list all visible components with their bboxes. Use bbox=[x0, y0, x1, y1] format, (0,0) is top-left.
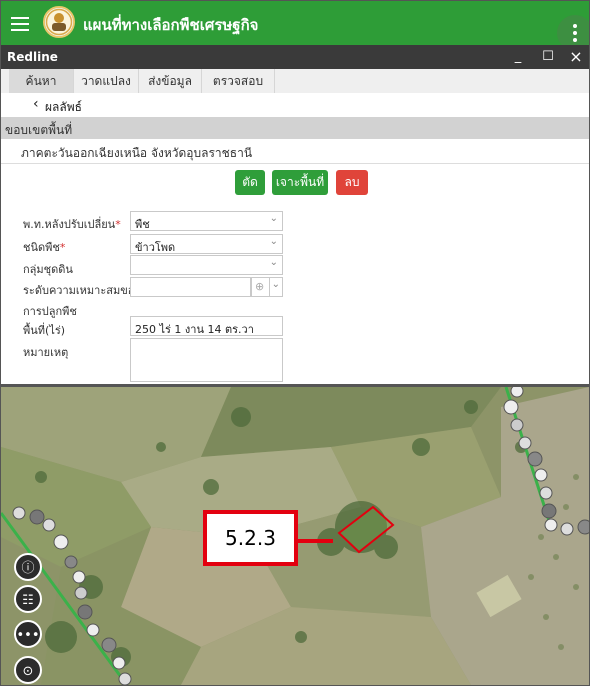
delete-button[interactable]: ลบ bbox=[336, 170, 368, 195]
back-label: ผลลัพธ์ bbox=[45, 100, 82, 114]
suitability-input[interactable] bbox=[130, 277, 251, 297]
note-textarea[interactable] bbox=[130, 338, 283, 382]
suitability-label: ระดับความเหมาะสมของ การปลูกพืช bbox=[23, 284, 140, 318]
app-title: แผนที่ทางเลือกพืชเศรษฐกิจ bbox=[83, 16, 259, 34]
crop-type-select[interactable]: ข้าวโพด ⌄ bbox=[130, 234, 283, 254]
panel-titlebar: Redline _ ☐ × bbox=[1, 45, 589, 69]
section-header: ขอบเขตพื้นที่ bbox=[1, 117, 589, 139]
tab-bar: ค้นหา วาดแปลง ส่งข้อมูล ตรวจสอบพื้นที่ bbox=[1, 69, 589, 112]
more-icon[interactable]: ••• bbox=[14, 620, 42, 648]
crop-type-label: ชนิดพืช* bbox=[23, 241, 66, 254]
crop-type-value: ข้าวโพด bbox=[135, 241, 176, 254]
crop-after-label: พ.ท.หลังปรับเปลี่ยน* bbox=[23, 218, 121, 231]
area-label: พื้นที่(ไร่) bbox=[23, 324, 66, 337]
section-title: ขอบเขตพื้นที่ bbox=[5, 123, 73, 137]
region-text: ภาคตะวันออกเฉียงเหนือ จังหวัดอุบลราชธานี bbox=[21, 146, 253, 160]
tab-search[interactable]: ค้นหา bbox=[9, 69, 74, 93]
soil-group-select[interactable]: ⌄ bbox=[130, 255, 283, 275]
close-button[interactable]: × bbox=[567, 48, 585, 66]
soil-group-label: กลุ่มชุดดิน bbox=[23, 263, 73, 276]
minimize-button[interactable]: _ bbox=[509, 48, 527, 66]
chevron-down-icon: ⌄ bbox=[271, 279, 280, 290]
chevron-down-icon: ⌄ bbox=[269, 257, 278, 268]
tab-draw-plot[interactable]: วาดแปลง bbox=[74, 69, 139, 93]
annotation-leader-line bbox=[298, 539, 333, 543]
chevron-left-icon: ‹ bbox=[33, 96, 39, 112]
menu-icon[interactable] bbox=[11, 13, 29, 33]
crop-after-select[interactable]: พืช ⌄ bbox=[130, 211, 283, 231]
crop-after-value: พืช bbox=[135, 218, 150, 231]
app-frame: แผนที่ทางเลือกพืชเศรษฐกิจ Redline _ ☐ × … bbox=[0, 0, 590, 686]
tab-send-data[interactable]: ส่งข้อมูล bbox=[139, 69, 202, 93]
tab-check-area[interactable]: ตรวจสอบพื้นที่ bbox=[202, 69, 275, 112]
logo bbox=[43, 6, 75, 38]
chevron-down-icon: ⌄ bbox=[269, 236, 278, 247]
cut-button[interactable]: ตัด bbox=[235, 170, 265, 195]
suitability-dropdown[interactable]: ⌄ bbox=[270, 277, 283, 297]
locate-icon[interactable]: ⊙ bbox=[14, 656, 42, 684]
annotation-callout: 5.2.3 bbox=[203, 510, 298, 566]
chevron-down-icon: ⌄ bbox=[269, 213, 278, 224]
layers-list-icon[interactable]: ☷ bbox=[14, 585, 42, 613]
note-label: หมายเหตุ bbox=[23, 346, 69, 359]
panel-title: Redline bbox=[7, 50, 58, 64]
crosshair-icon[interactable]: ⊕ bbox=[251, 277, 270, 297]
back-link[interactable]: ‹ ผลลัพธ์ bbox=[1, 93, 589, 117]
maximize-button[interactable]: ☐ bbox=[539, 48, 557, 66]
area-value: 250 ไร่ 1 งาน 14 ตร.วา bbox=[135, 323, 254, 336]
divider bbox=[1, 163, 589, 164]
info-icon[interactable]: ⓘ bbox=[14, 553, 42, 581]
app-header: แผนที่ทางเลือกพืชเศรษฐกิจ bbox=[1, 1, 589, 51]
clip-area-button[interactable]: เจาะพื้นที่ bbox=[272, 170, 328, 195]
area-input[interactable]: 250 ไร่ 1 งาน 14 ตร.วา bbox=[130, 316, 283, 336]
